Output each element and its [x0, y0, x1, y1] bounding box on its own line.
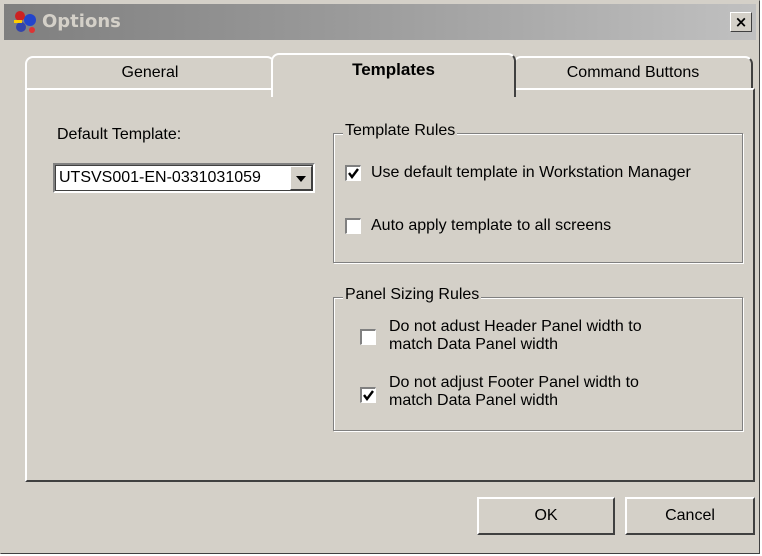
header-panel-width-checkbox[interactable]	[360, 329, 376, 345]
tab-command-buttons-label: Command Buttons	[566, 64, 700, 81]
cancel-button-label: Cancel	[665, 507, 715, 524]
panel-sizing-rules-legend: Panel Sizing Rules	[343, 286, 482, 304]
auto-apply-template-label[interactable]: Auto apply template to all screens	[371, 217, 611, 235]
checkmark-icon	[348, 168, 359, 179]
footer-panel-width-line2: match Data Panel width	[389, 392, 558, 409]
footer-panel-width-checkbox[interactable]	[360, 387, 376, 403]
default-template-value: UTSVS001-EN-0331031059	[59, 169, 261, 186]
templates-tab-panel: Default Template: UTSVS001-EN-0331031059…	[25, 88, 755, 482]
close-button[interactable]: ×	[730, 12, 752, 32]
options-app-icon	[10, 8, 40, 36]
tab-command-buttons[interactable]: Command Buttons	[513, 56, 753, 90]
header-panel-width-line2: match Data Panel width	[389, 336, 558, 353]
header-panel-width-line1: Do not adust Header Panel width to	[389, 318, 642, 335]
use-default-template-label[interactable]: Use default template in Workstation Mana…	[371, 164, 691, 182]
dropdown-button[interactable]	[290, 166, 312, 190]
footer-panel-width-label[interactable]: Do not adjust Footer Panel width to matc…	[389, 374, 639, 410]
default-template-label: Default Template:	[57, 126, 182, 143]
tab-general-label: General	[121, 64, 179, 81]
template-rules-legend: Template Rules	[343, 122, 458, 140]
use-default-template-checkbox[interactable]	[345, 165, 361, 181]
window-title: Options	[42, 11, 121, 32]
cancel-button[interactable]: Cancel	[625, 497, 755, 535]
ok-button[interactable]: OK	[477, 497, 615, 535]
tab-general[interactable]: General	[25, 56, 275, 90]
auto-apply-template-checkbox[interactable]	[345, 218, 361, 234]
options-dialog: Options × General Command Buttons Templa…	[0, 0, 760, 554]
title-bar[interactable]: Options ×	[4, 4, 756, 40]
header-panel-width-label[interactable]: Do not adust Header Panel width to match…	[389, 318, 642, 354]
checkmark-icon	[363, 390, 374, 401]
close-icon: ×	[734, 13, 748, 31]
template-rules-group: Template Rules Use default template in W…	[333, 122, 743, 263]
tab-templates[interactable]: Templates	[271, 53, 516, 97]
ok-button-label: OK	[534, 507, 558, 524]
default-template-select[interactable]: UTSVS001-EN-0331031059	[53, 163, 315, 193]
tab-templates-label: Templates	[352, 60, 435, 79]
footer-panel-width-line1: Do not adjust Footer Panel width to	[389, 374, 639, 391]
panel-sizing-rules-group: Panel Sizing Rules Do not adust Header P…	[333, 286, 743, 431]
chevron-down-icon	[296, 176, 306, 182]
